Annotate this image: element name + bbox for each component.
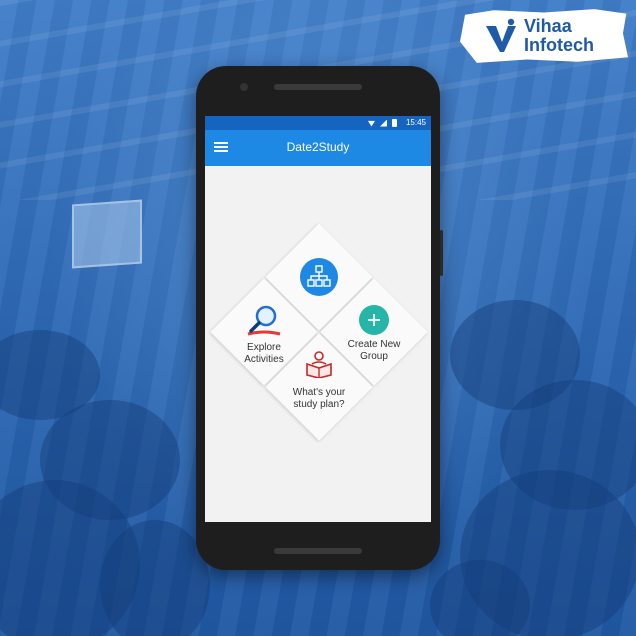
plan-label-line2: study plan? xyxy=(293,399,345,410)
phone-screen: 15:45 Date2Study Explore Activities Crea… xyxy=(205,116,431,522)
side-button xyxy=(440,230,443,276)
event-banner xyxy=(72,199,142,269)
status-icons xyxy=(368,119,397,127)
camera-dot xyxy=(240,83,248,91)
speaker-bottom xyxy=(274,548,362,554)
plan-label-line1: What's your xyxy=(292,387,346,398)
group-network-icon xyxy=(300,258,338,296)
study-plan-tile-content[interactable]: What's your study plan? xyxy=(264,350,374,411)
brand-name-line1: Vihaa xyxy=(524,16,572,36)
status-bar: 15:45 xyxy=(205,116,431,130)
wifi-icon xyxy=(368,120,375,127)
phone-frame: 15:45 Date2Study Explore Activities Crea… xyxy=(196,66,443,570)
brand-logo: Vihaa Infotech xyxy=(460,9,628,63)
battery-icon xyxy=(392,119,397,127)
brand-name: Vihaa Infotech xyxy=(524,17,594,55)
app-title: Date2Study xyxy=(286,140,350,154)
magnifier-icon xyxy=(247,305,281,336)
logo-v-icon xyxy=(486,18,516,52)
brand-name-line2: Infotech xyxy=(524,35,594,55)
plus-icon xyxy=(359,305,389,335)
background-photo: Vihaa Infotech 15:45 Date2Study Explore … xyxy=(0,0,636,636)
reading-person-icon xyxy=(306,351,332,379)
app-bar: Date2Study xyxy=(205,130,431,166)
crowd-shape xyxy=(100,520,210,636)
status-time: 15:45 xyxy=(405,118,426,127)
speaker-top xyxy=(274,84,362,90)
groups-tile-content[interactable] xyxy=(264,258,374,296)
cell-signal-icon xyxy=(380,119,387,127)
